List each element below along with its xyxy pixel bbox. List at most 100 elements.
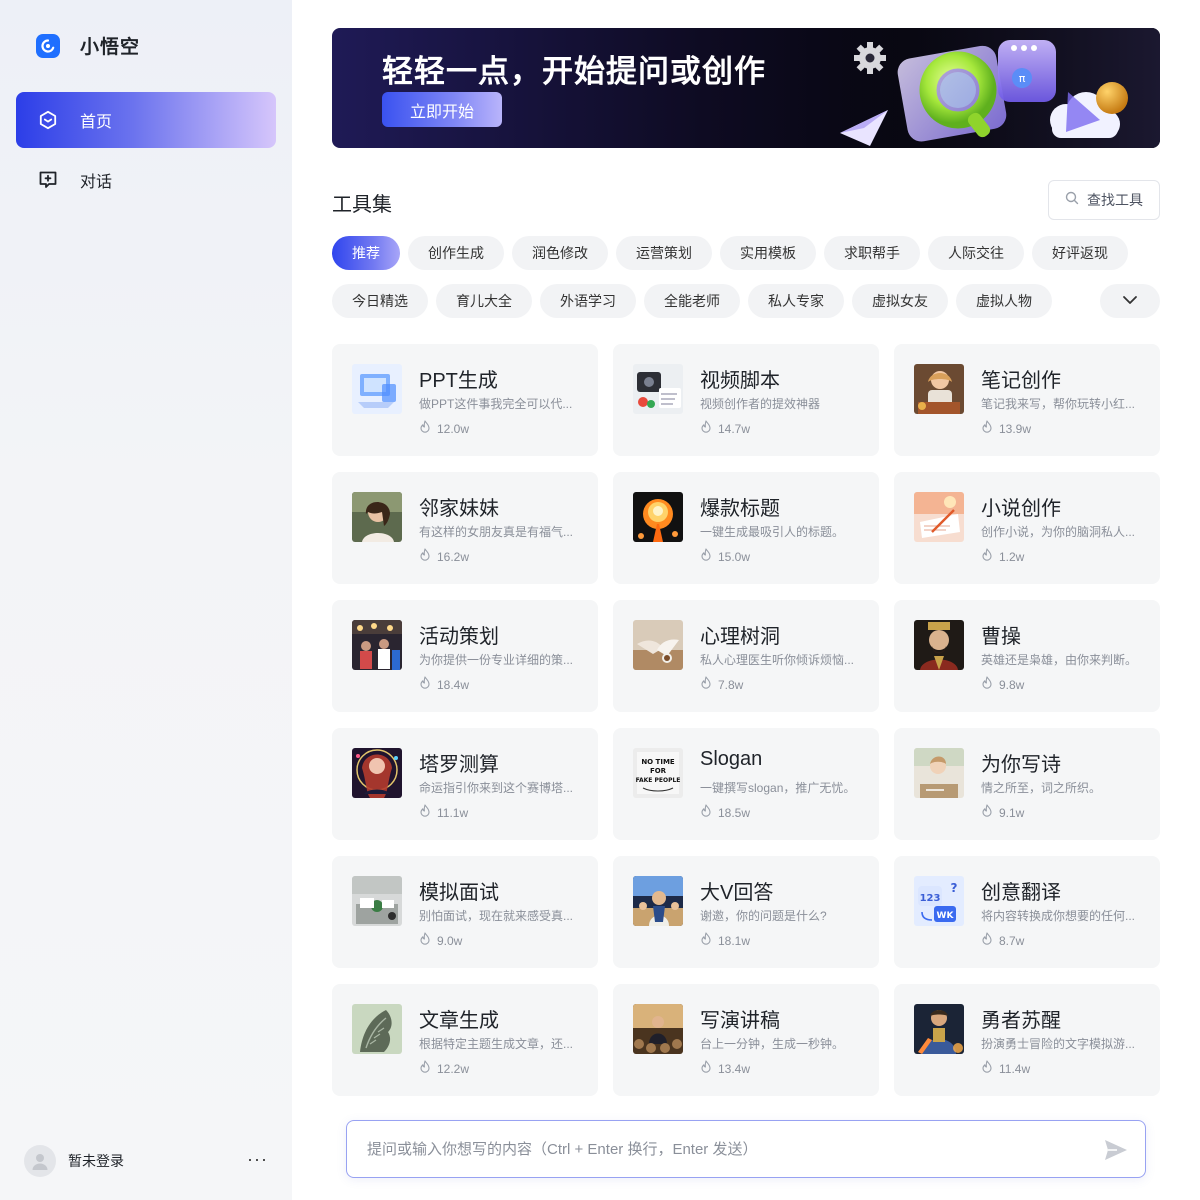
chevron-down-icon [1122, 292, 1138, 310]
hero-banner: 轻轻一点，开始提问或创作 立即开始 π [332, 28, 1160, 148]
tool-card[interactable]: 文章生成 根据特定主题生成文章，还... 12.2w [332, 984, 598, 1096]
flame-icon [981, 804, 993, 822]
tool-card-desc: 一键生成最吸引人的标题。 [700, 525, 845, 539]
explosion-thumb [633, 492, 683, 542]
note-thumb [914, 364, 964, 414]
tool-card[interactable]: 视频脚本 视频创作者的提效神器 14.7w [613, 344, 879, 456]
usage-stat: 9.1w [981, 804, 1024, 822]
category-chip[interactable]: 育儿大全 [436, 284, 532, 318]
brand[interactable]: 小悟空 [36, 32, 140, 59]
expand-categories-button[interactable] [1100, 284, 1160, 318]
usage-stat: 16.2w [419, 548, 469, 566]
tool-card[interactable]: 勇者苏醒扮演勇士冒险的文字模拟游... 11.4w [894, 984, 1160, 1096]
article-thumb [352, 1004, 402, 1054]
influencer-thumb [633, 876, 683, 926]
tool-card-desc: 英雄还是枭雄，由你来判断。 [981, 653, 1138, 667]
category-chip[interactable]: 实用模板 [720, 236, 816, 270]
tools-section-title: 工具集 [332, 194, 392, 216]
flame-icon [981, 1060, 993, 1078]
start-now-button[interactable]: 立即开始 [382, 92, 502, 127]
category-chip[interactable]: 虚拟女友 [852, 284, 948, 318]
send-icon[interactable] [1103, 1137, 1129, 1163]
tool-search-input[interactable]: 查找工具 [1048, 180, 1160, 220]
tool-card-desc: 私人心理医生听你倾诉烦恼... [700, 653, 855, 667]
usage-stat: 18.1w [700, 932, 750, 950]
sidebar-item-chat[interactable]: 对话 [16, 152, 276, 208]
tool-card[interactable]: 写演讲稿 台上一分钟，生成一秒钟。 13.4w [613, 984, 879, 1096]
tool-card-desc: 做PPT这件事我完全可以代... [419, 397, 573, 411]
tool-card-title: 笔记创作 [981, 370, 1061, 392]
svg-text:FOR: FOR [650, 767, 667, 775]
tool-card-title: 大V回答 [700, 882, 774, 904]
usage-count: 9.8w [999, 678, 1025, 692]
svg-text:π: π [1019, 72, 1026, 85]
translate-thumb: 123? WK [914, 876, 964, 926]
app-logo-icon [36, 33, 60, 58]
category-chip[interactable]: 好评返现 [1032, 236, 1128, 270]
chat-plus-icon [38, 170, 58, 190]
more-options-button[interactable]: ··· [247, 1149, 268, 1169]
tool-card-title: 邻家妹妹 [419, 498, 499, 520]
hero-thumb [914, 1004, 964, 1054]
tool-card-title: 心理树洞 [700, 626, 780, 648]
tool-card-desc: 根据特定主题生成文章，还... [419, 1037, 574, 1051]
category-chip[interactable]: 全能老师 [644, 284, 740, 318]
tool-card-desc: 视频创作者的提效神器 [700, 397, 821, 411]
speech-thumb [633, 1004, 683, 1054]
tool-card[interactable]: 小说创作 创作小说，为你的脑洞私人... 1.2w [894, 472, 1160, 584]
category-chip[interactable]: 创作生成 [408, 236, 504, 270]
tool-card[interactable]: 大V回答 谢邀，你的问题是什么? 18.1w [613, 856, 879, 968]
user-area[interactable]: 暂未登录 ··· [24, 1145, 274, 1177]
category-chip[interactable]: 虚拟人物 [956, 284, 1052, 318]
usage-stat: 7.8w [700, 676, 743, 694]
usage-count: 18.5w [718, 806, 751, 820]
tool-card[interactable]: 心理树洞私人心理医生听你倾诉烦恼... 7.8w [613, 600, 879, 712]
tool-card[interactable]: 活动策划 为你提供一份专业详细的策... 18.4w [332, 600, 598, 712]
tool-card[interactable]: PPT生成 做PPT这件事我完全可以代... 12.0w [332, 344, 598, 456]
usage-stat: 9.0w [419, 932, 462, 950]
tool-card[interactable]: 为你写诗 情之所至，词之所织。 9.1w [894, 728, 1160, 840]
category-chip[interactable]: 人际交往 [928, 236, 1024, 270]
tool-card-title: 为你写诗 [981, 754, 1061, 776]
category-chip[interactable]: 推荐 [332, 236, 400, 270]
usage-stat: 18.5w [700, 804, 750, 822]
usage-stat: 12.0w [419, 420, 469, 438]
usage-stat: 8.7w [981, 932, 1024, 950]
tool-card[interactable]: 笔记创作 笔记我来写，帮你玩转小红... 13.9w [894, 344, 1160, 456]
category-chip[interactable]: 润色修改 [512, 236, 608, 270]
tool-card[interactable]: 塔罗测算 命运指引你来到这个赛博塔... 11.1w [332, 728, 598, 840]
tool-card[interactable]: NO TIME FOR FAKE PEOPLE Slogan 一键撰写slogan，推广… [613, 728, 879, 840]
category-chip[interactable]: 运营策划 [616, 236, 712, 270]
tool-card[interactable]: 模拟面试 别怕面试，现在就来感受真... 9.0w [332, 856, 598, 968]
tool-card-desc: 扮演勇士冒险的文字模拟游... [981, 1037, 1136, 1051]
tool-card[interactable]: 邻家妹妹 有这样的女朋友真是有福气... 16.2w [332, 472, 598, 584]
usage-count: 18.4w [437, 678, 470, 692]
tool-card[interactable]: 123? WK 创意翻译 将内容转换成你想要的任何... 8.7w [894, 856, 1160, 968]
prompt-input[interactable] [367, 1121, 1087, 1177]
tool-card[interactable]: 爆款标题 一键生成最吸引人的标题。 15.0w [613, 472, 879, 584]
tool-card-title: 小说创作 [981, 498, 1061, 520]
sidebar-item-home[interactable]: 首页 [16, 92, 276, 148]
novel-thumb [914, 492, 964, 542]
svg-text:NO TIME: NO TIME [641, 758, 675, 766]
ppt-thumb [352, 364, 402, 414]
user-avatar-icon [24, 1145, 56, 1177]
tool-card-desc: 笔记我来写，帮你玩转小红... [981, 397, 1136, 411]
prompt-box [346, 1120, 1146, 1178]
tool-card[interactable]: 曹操英雄还是枭雄，由你来判断。 9.8w [894, 600, 1160, 712]
tool-card-title: 曹操 [981, 626, 1021, 648]
usage-count: 12.2w [437, 1062, 470, 1076]
category-chip[interactable]: 今日精选 [332, 284, 428, 318]
category-chip[interactable]: 外语学习 [540, 284, 636, 318]
tool-card-title: 爆款标题 [700, 498, 780, 520]
category-chip[interactable]: 私人专家 [748, 284, 844, 318]
flame-icon [419, 804, 431, 822]
tool-card-title: 勇者苏醒 [981, 1010, 1061, 1032]
usage-count: 11.4w [999, 1062, 1031, 1076]
category-chip[interactable]: 求职帮手 [824, 236, 920, 270]
flame-icon [419, 932, 431, 950]
flame-icon [981, 420, 993, 438]
flame-icon [700, 676, 712, 694]
sidebar-item-label: 首页 [80, 114, 113, 131]
caocao-thumb [914, 620, 964, 670]
